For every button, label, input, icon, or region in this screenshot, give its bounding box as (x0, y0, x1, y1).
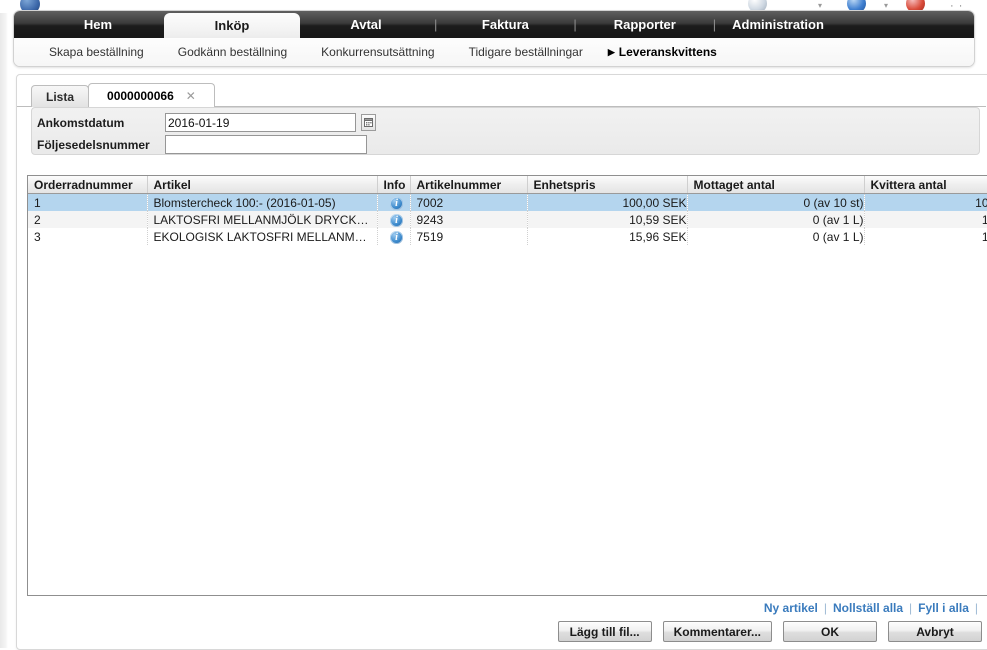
table-row[interactable]: 3 EKOLOGISK LAKTOSFRI MELLANM… i 7519 15… (28, 228, 987, 245)
cell-kvittera-antal[interactable]: 1 (864, 211, 987, 228)
info-icon[interactable]: i (390, 213, 403, 227)
cell-kvittera-antal[interactable]: 1 (864, 228, 987, 245)
nav-item-avtal[interactable]: Avtal (300, 11, 432, 38)
order-lines-table: Orderradnummer Artikel Info Artikelnumme… (28, 176, 987, 245)
cell-info: i (377, 193, 411, 211)
navigation-panel: Hem Inköp Avtal | Faktura | Rapporter | … (13, 10, 975, 67)
nav-separator-3: | (712, 17, 717, 32)
nav-item-avtal-label: Avtal (350, 17, 382, 32)
cell-artikel: Blomstercheck 100:- (2016-01-05) (147, 193, 378, 211)
link-ny-artikel[interactable]: Ny artikel (764, 601, 818, 615)
table-row[interactable]: 2 LAKTOSFRI MELLANMJÖLK DRYCK… i 9243 10… (28, 211, 987, 228)
tab-lista[interactable]: Lista (31, 85, 90, 107)
primary-navigation-bar: Hem Inköp Avtal | Faktura | Rapporter | … (14, 11, 974, 38)
content-panel: Lista 0000000066 ✕ Ankomstdatum 2016-01-… (16, 74, 987, 650)
link-fyll-i-alla[interactable]: Fyll i alla (918, 601, 969, 615)
nav-item-administration-label: Administration (732, 17, 824, 32)
chevron-down-icon-2[interactable]: ▾ (884, 1, 888, 10)
subnav-item-godkann-bestallning-label: Godkänn beställning (177, 45, 288, 59)
subnav-item-leveranskvittens[interactable]: ▶ Leveranskvittens (600, 45, 734, 59)
table-row[interactable]: 1 Blomstercheck 100:- (2016-01-05) i 700… (28, 193, 987, 211)
footer-action-links: Ny artikel | Nollställ alla | Fyll i all… (764, 601, 978, 615)
column-header-kvittera-antal[interactable]: Kvittera antal (864, 176, 987, 194)
subnav-item-konkurrensutsattning-label: Konkurrensutsättning (321, 45, 435, 59)
column-header-enhetspris[interactable]: Enhetspris (527, 176, 688, 194)
nav-item-hem-label: Hem (83, 17, 113, 32)
link-separator-2: | (909, 601, 913, 615)
cell-artikel: LAKTOSFRI MELLANMJÖLK DRYCK… (147, 211, 378, 228)
tab-order-0000000066[interactable]: 0000000066 ✕ (88, 83, 215, 107)
calendar-icon[interactable] (361, 114, 376, 131)
cell-orderradnummer: 3 (28, 228, 148, 245)
cell-artikelnummer: 7519 (410, 228, 528, 245)
subnav-item-tidigare-bestallningar-label: Tidigare beställningar (468, 45, 583, 59)
subnav-item-tidigare-bestallningar[interactable]: Tidigare beställningar (452, 45, 600, 59)
order-lines-grid: Orderradnummer Artikel Info Artikelnumme… (27, 175, 987, 596)
nav-item-administration[interactable]: Administration (718, 11, 838, 38)
cell-kvittera-antal[interactable]: 10 (864, 193, 987, 211)
ok-button[interactable]: OK (783, 621, 877, 642)
cell-info: i (377, 211, 411, 228)
cell-orderradnummer: 2 (28, 211, 148, 228)
subnav-item-leveranskvittens-label: Leveranskvittens (618, 45, 717, 59)
subnav-item-godkann-bestallning[interactable]: Godkänn beställning (161, 45, 304, 59)
ankomstdatum-input[interactable] (165, 113, 356, 132)
subnav-item-skapa-bestallning-label: Skapa beställning (49, 45, 144, 59)
cell-enhetspris: 10,59 SEK (527, 211, 688, 228)
nav-item-faktura[interactable]: Faktura (439, 11, 571, 38)
nav-separator-2: | (573, 17, 577, 32)
add-file-button[interactable]: Lägg till fil... (557, 621, 652, 642)
secondary-navigation-bar: Skapa beställning Godkänn beställning Ko… (14, 38, 974, 66)
nav-item-inkop[interactable]: Inköp (164, 13, 300, 38)
foljesedelsnummer-label: Följesedelsnummer (37, 137, 150, 152)
subnav-item-skapa-bestallning[interactable]: Skapa beställning (32, 45, 161, 59)
link-nollstall-alla[interactable]: Nollställ alla (833, 601, 903, 615)
document-tabstrip: Lista 0000000066 ✕ (31, 83, 215, 107)
close-icon[interactable]: ✕ (186, 89, 196, 103)
info-icon[interactable]: i (390, 196, 403, 210)
cell-artikelnummer: 7002 (410, 193, 528, 211)
ankomstdatum-label: Ankomstdatum (37, 115, 125, 130)
triangle-right-icon: ▶ (607, 46, 615, 57)
comments-button[interactable]: Kommentarer... (662, 621, 772, 642)
cell-artikel: EKOLOGISK LAKTOSFRI MELLANM… (147, 228, 378, 245)
cell-enhetspris: 100,00 SEK (527, 193, 688, 211)
tab-lista-label: Lista (46, 89, 75, 104)
tab-order-0000000066-label: 0000000066 (107, 88, 174, 103)
form-row-foljesedelsnummer: Följesedelsnummer (37, 135, 367, 154)
link-separator-1: | (823, 601, 828, 615)
nav-item-rapporter-label: Rapporter (613, 17, 676, 32)
column-header-info[interactable]: Info (377, 176, 411, 194)
cell-mottaget-antal: 0 (av 1 L) (687, 211, 865, 228)
form-row-ankomstdatum: Ankomstdatum (37, 113, 376, 132)
nav-item-rapporter[interactable]: Rapporter (579, 11, 711, 38)
page-gutter (0, 13, 8, 648)
cell-artikelnummer: 9243 (410, 211, 528, 228)
cancel-button[interactable]: Avbryt (888, 621, 982, 642)
cell-orderradnummer: 1 (28, 193, 148, 211)
table-header-row: Orderradnummer Artikel Info Artikelnumme… (28, 176, 987, 194)
header-form: Ankomstdatum Följesedelsnummer (31, 107, 980, 155)
foljesedelsnummer-input[interactable] (165, 135, 367, 154)
cell-info: i (377, 228, 411, 245)
column-header-artikel[interactable]: Artikel (147, 176, 378, 194)
nav-item-hem[interactable]: Hem (32, 11, 164, 38)
nav-item-inkop-label: Inköp (214, 18, 250, 33)
column-header-orderradnummer[interactable]: Orderradnummer (28, 176, 148, 194)
cell-mottaget-antal: 0 (av 10 st) (687, 193, 865, 211)
column-header-artikelnummer[interactable]: Artikelnummer (410, 176, 528, 194)
nav-separator-1: | (434, 17, 438, 32)
column-header-mottaget-antal[interactable]: Mottaget antal (687, 176, 865, 194)
cell-mottaget-antal: 0 (av 1 L) (687, 228, 865, 245)
cell-enhetspris: 15,96 SEK (527, 228, 688, 245)
info-icon[interactable]: i (390, 230, 403, 244)
nav-item-faktura-label: Faktura (481, 17, 529, 32)
link-separator-3: | (974, 601, 978, 615)
subnav-item-konkurrensutsattning[interactable]: Konkurrensutsättning (304, 45, 451, 59)
chevron-down-icon[interactable]: ▾ (818, 1, 822, 10)
footer-buttons: Lägg till fil... Kommentarer... OK Avbry… (557, 621, 982, 642)
